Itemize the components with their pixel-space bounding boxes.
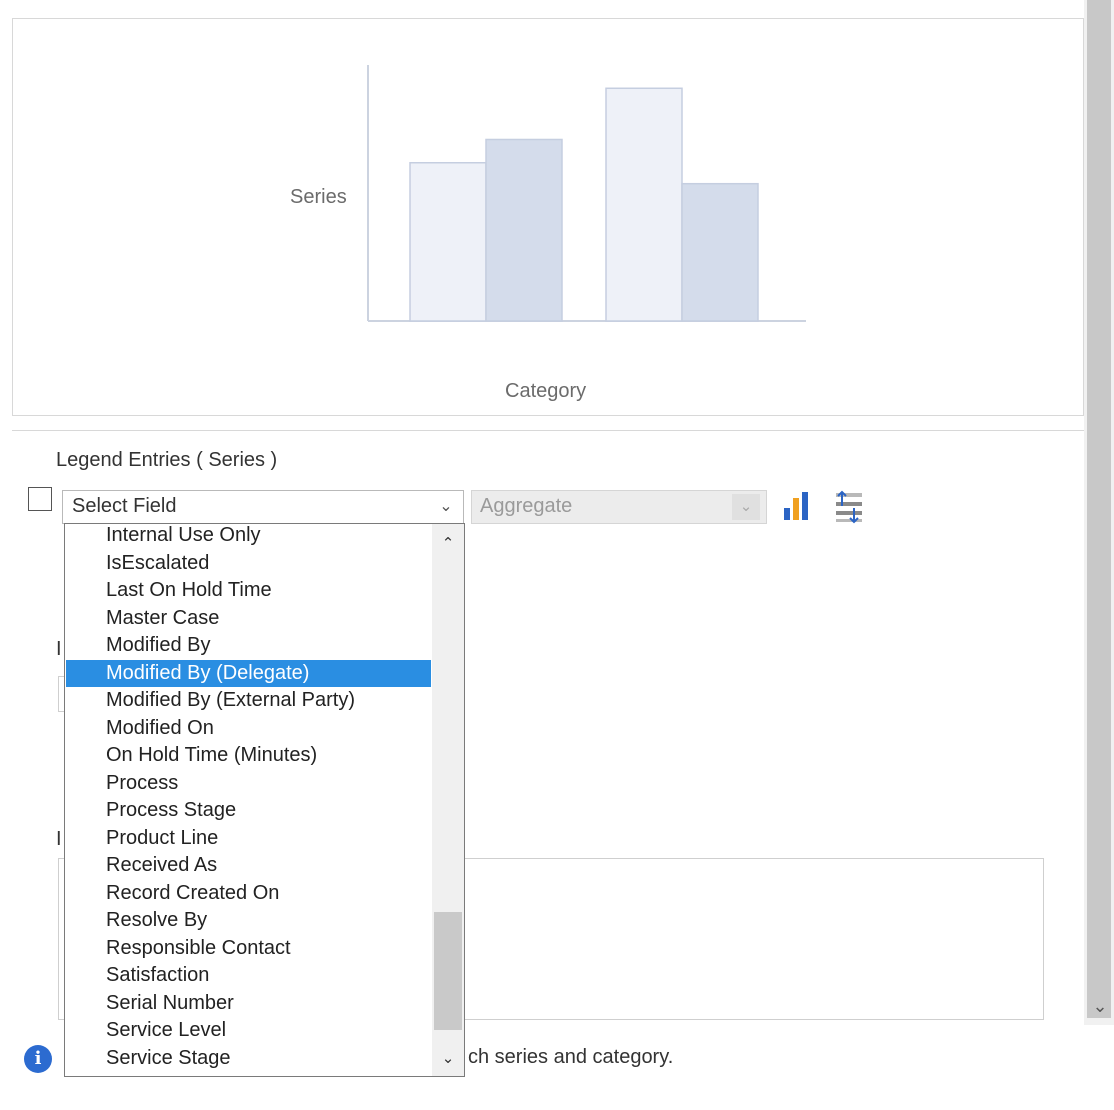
dropdown-item[interactable]: Process	[66, 770, 431, 797]
category-axis-label: Category	[505, 380, 587, 402]
chevron-down-icon[interactable]: ⌄	[732, 494, 760, 520]
bar-chart-icon[interactable]	[782, 490, 812, 522]
dropdown-item[interactable]: Process Stage	[66, 797, 431, 824]
chart-bar	[605, 87, 683, 322]
dropdown-item[interactable]: Modified By	[66, 632, 431, 659]
dropdown-item[interactable]: Modified By (External Party)	[66, 687, 431, 714]
dropdown-item[interactable]: Satisfaction	[66, 962, 431, 989]
dropdown-item[interactable]: Serial Number	[66, 990, 431, 1017]
chart-bar	[485, 138, 563, 322]
dropdown-item[interactable]: Resolve By	[66, 907, 431, 934]
dropdown-item[interactable]: Service Stage	[66, 1045, 431, 1072]
dropdown-item[interactable]: Responsible Contact	[66, 935, 431, 962]
aggregate-select-value: Aggregate	[480, 495, 573, 517]
dropdown-item[interactable]: Master Case	[66, 605, 431, 632]
page-scrollbar-thumb[interactable]	[1087, 0, 1111, 1018]
dropdown-scrollbar-thumb[interactable]	[434, 912, 462, 1030]
dropdown-item[interactable]: Service Level	[66, 1017, 431, 1044]
hidden-section-label: I	[56, 638, 62, 660]
series-axis-label: Series	[290, 186, 347, 208]
dropdown-item[interactable]: Internal Use Only	[66, 524, 431, 549]
field-select-value: Select Field	[72, 495, 177, 517]
chart-preview	[367, 65, 806, 322]
chevron-down-icon[interactable]: ⌄	[432, 494, 460, 520]
dropdown-item[interactable]: Last On Hold Time	[66, 577, 431, 604]
chevron-down-icon[interactable]: ⌄	[432, 1047, 464, 1071]
dropdown-item[interactable]: Record Created On	[66, 880, 431, 907]
dropdown-item-selected[interactable]: Modified By (Delegate)	[66, 659, 431, 687]
info-icon: i	[24, 1045, 52, 1073]
swap-rows-icon[interactable]	[830, 490, 866, 524]
dropdown-item[interactable]: On Hold Time (Minutes)	[66, 742, 431, 769]
dropdown-item[interactable]: Modified On	[66, 715, 431, 742]
section-divider	[12, 430, 1084, 431]
info-text: ch series and category.	[468, 1046, 674, 1068]
hidden-section-label: I	[56, 828, 62, 850]
page-scroll-down-icon[interactable]: ⌄	[1086, 992, 1114, 1020]
dropdown-item[interactable]: IsEscalated	[66, 550, 431, 577]
field-dropdown-list[interactable]: Internal Use Only IsEscalated Last On Hold…	[64, 523, 465, 1077]
chart-bar	[409, 161, 487, 322]
chevron-up-icon[interactable]: ⌃	[432, 532, 464, 556]
chart-bar	[681, 182, 759, 322]
legend-checkbox[interactable]	[28, 487, 52, 511]
dropdown-item[interactable]: Received As	[66, 852, 431, 879]
dropdown-item[interactable]: Product Line	[66, 825, 431, 852]
legend-entries-title: Legend Entries ( Series )	[56, 449, 278, 471]
